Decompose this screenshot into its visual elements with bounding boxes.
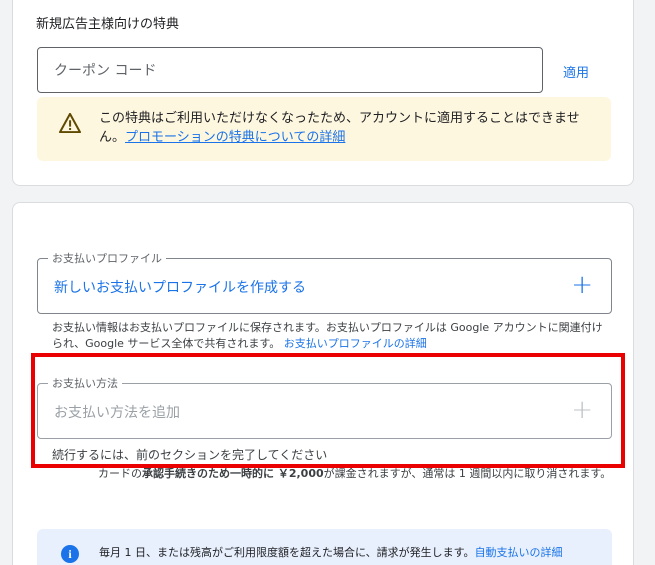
auto-payment-details-link[interactable]: 自動支払いの詳細 [475, 546, 563, 559]
coupon-card: 新規広告主様向けの特典 クーポン コード 適用 この特典はご利用いただけなくなっ… [12, 0, 634, 186]
coupon-code-input[interactable]: クーポン コード [37, 47, 543, 93]
coupon-section-title: 新規広告主様向けの特典 [36, 17, 180, 32]
promo-details-link[interactable]: プロモーションの特典についての詳細 [125, 130, 345, 145]
card-note-suffix: が課金されますが、通常は 1 週間以内に取り消されます。 [323, 467, 612, 480]
highlight-annotation-box [31, 353, 625, 468]
warning-triangle-icon [59, 113, 81, 133]
promo-warning-text: この特典はご利用いただけなくなったため、アカウントに適用することはできません。プ… [99, 109, 599, 147]
card-note-bold: 承認手続きのため一時的に ￥2,000 [142, 467, 324, 480]
payment-profile-note: お支払い情報はお支払いプロファイルに保存されます。お支払いプロファイルは Goo… [52, 320, 612, 352]
card-note-prefix: カードの [98, 467, 142, 480]
apply-button[interactable]: 適用 [563, 62, 589, 81]
billing-info-text: 毎月 1 日、または残高がご利用限度額を超えた場合に、請求が発生します。自動支払… [99, 545, 599, 561]
billing-info-banner: i 毎月 1 日、または残高がご利用限度額を超えた場合に、請求が発生します。自動… [37, 529, 612, 565]
billing-info-message: 毎月 1 日、または残高がご利用限度額を超えた場合に、請求が発生します。 [99, 546, 475, 559]
promo-warning-banner: この特典はご利用いただけなくなったため、アカウントに適用することはできません。プ… [37, 97, 611, 161]
coupon-code-placeholder: クーポン コード [54, 63, 157, 79]
card-authorization-note: カードの承認手続きのため一時的に ￥2,000が課金されますが、通常は 1 週間… [98, 466, 618, 482]
create-payment-profile-option[interactable]: 新しいお支払いプロファイルを作成する [54, 277, 306, 297]
plus-icon[interactable]: + [571, 272, 593, 298]
payment-profile-legend: お支払いプロファイル [48, 250, 166, 266]
payment-profile-select[interactable]: お支払いプロファイル 新しいお支払いプロファイルを作成する + [37, 250, 612, 314]
payment-profile-details-link[interactable]: お支払いプロファイルの詳細 [284, 337, 427, 350]
info-icon: i [61, 545, 79, 563]
